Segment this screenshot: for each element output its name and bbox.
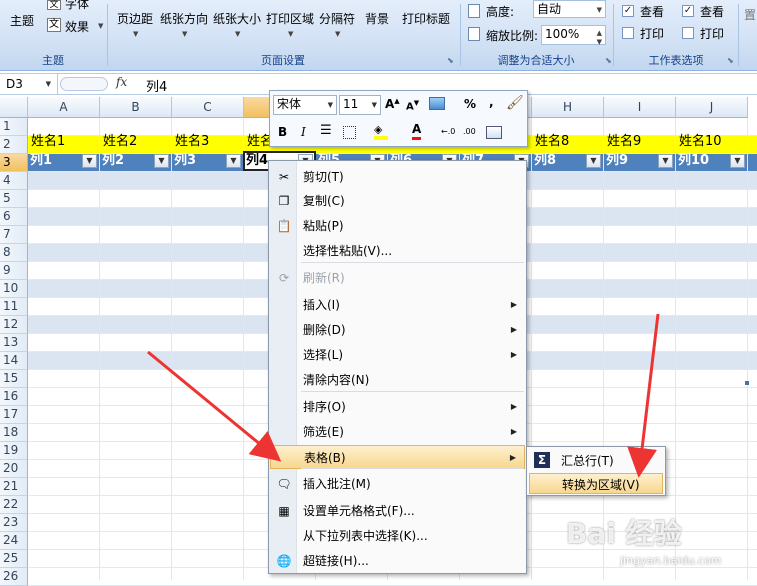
watermark-url: jingyan.baidu.com [620,554,722,567]
watermark: Bai 经验 jingyan.baidu.com [560,512,755,580]
arrow-to-convert-item [627,313,660,478]
watermark-text: Bai 经验 [566,517,682,550]
annotation-arrows [147,313,660,478]
arrow-to-table-item [147,350,282,462]
